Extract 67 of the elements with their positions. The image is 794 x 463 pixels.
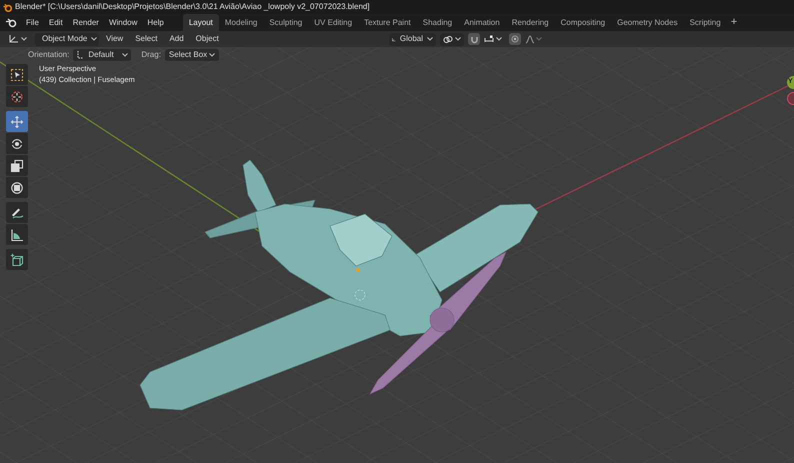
workspace-tab[interactable]: Sculpting bbox=[263, 14, 308, 31]
falloff-curve-icon bbox=[525, 34, 535, 44]
tool-button[interactable] bbox=[6, 133, 28, 154]
increment-icon bbox=[484, 35, 494, 43]
header-menu[interactable]: Select bbox=[130, 33, 162, 45]
cursor-icon bbox=[10, 90, 24, 104]
orientation-label: Orientation: bbox=[28, 48, 70, 60]
workspace-tab[interactable]: Layout bbox=[182, 14, 219, 31]
add-cube-icon bbox=[10, 252, 24, 266]
menu-item[interactable]: Window bbox=[104, 16, 142, 28]
pencil-icon bbox=[10, 206, 24, 220]
workspace-tab[interactable]: Texture Paint bbox=[358, 14, 417, 31]
target-icon bbox=[511, 35, 519, 43]
workspace-tab[interactable]: Compositing bbox=[554, 14, 612, 31]
add-workspace-button[interactable]: + bbox=[726, 14, 742, 31]
header-menu[interactable]: View bbox=[101, 33, 128, 45]
mode-dropdown[interactable]: Object Mode bbox=[35, 32, 99, 46]
axes-icon bbox=[8, 34, 19, 44]
menu-item[interactable]: Help bbox=[142, 16, 169, 28]
drag-label: Drag: bbox=[141, 48, 161, 60]
app-logo-icon bbox=[3, 2, 12, 12]
caret-icon bbox=[496, 37, 502, 41]
workspace-tab[interactable]: Modeling bbox=[218, 14, 264, 31]
tool-button[interactable] bbox=[6, 249, 28, 270]
workspace-tab[interactable]: Geometry Nodes bbox=[611, 14, 684, 31]
orientation-dropdown[interactable]: Default bbox=[73, 48, 132, 60]
window-title: Blender* [C:\Users\danil\Desktop\Projetos\Blender\3.0\21 Avião\Aviao _lowpoly v2_07072023.blend] bbox=[15, 1, 370, 13]
pivot-dropdown[interactable] bbox=[440, 32, 464, 46]
proportional-edit-toggle[interactable] bbox=[509, 33, 521, 45]
orientation-dropdown[interactable]: Global bbox=[389, 32, 436, 46]
snap-toggle[interactable] bbox=[468, 33, 480, 45]
caret-icon bbox=[209, 52, 216, 56]
falloff-dropdown[interactable] bbox=[523, 34, 544, 44]
workspace-tab[interactable]: Scripting bbox=[684, 14, 727, 31]
snap-dropdown[interactable] bbox=[482, 35, 504, 43]
drag-dropdown[interactable]: Select Box bbox=[164, 48, 220, 60]
caret-icon bbox=[536, 37, 542, 41]
caret-icon bbox=[91, 37, 98, 41]
workspace-tab[interactable]: Animation bbox=[458, 14, 506, 31]
header-menu[interactable]: Add bbox=[164, 33, 189, 45]
link-icon bbox=[443, 34, 453, 44]
menu-item[interactable]: Render bbox=[68, 16, 104, 28]
caret-icon bbox=[21, 37, 27, 41]
tool-button[interactable] bbox=[6, 64, 28, 85]
magnet-icon bbox=[470, 34, 478, 44]
rotate-icon bbox=[10, 136, 24, 150]
workspace-tab[interactable]: UV Editing bbox=[308, 14, 358, 31]
axes-icon bbox=[76, 50, 84, 59]
tool-button[interactable] bbox=[6, 86, 28, 107]
menu-item[interactable]: File bbox=[21, 16, 44, 28]
transform-icon bbox=[10, 180, 24, 194]
tool-button[interactable] bbox=[6, 155, 28, 176]
caret-icon bbox=[122, 52, 128, 56]
menu-item[interactable]: Edit bbox=[44, 16, 68, 28]
workspace-tab[interactable]: Rendering bbox=[506, 14, 555, 31]
header-menu[interactable]: Object bbox=[190, 33, 224, 45]
app-logo-icon[interactable] bbox=[5, 18, 17, 28]
caret-icon bbox=[427, 37, 433, 41]
move-arrows-icon bbox=[10, 114, 24, 128]
workspace-tab[interactable]: Shading bbox=[416, 14, 458, 31]
caret-icon bbox=[455, 37, 461, 41]
select-box-icon bbox=[10, 68, 24, 82]
tool-button[interactable] bbox=[6, 177, 28, 198]
ruler-icon bbox=[10, 228, 24, 242]
tool-button[interactable] bbox=[6, 224, 28, 245]
scale-icon bbox=[10, 158, 24, 172]
tool-button[interactable] bbox=[6, 202, 28, 223]
